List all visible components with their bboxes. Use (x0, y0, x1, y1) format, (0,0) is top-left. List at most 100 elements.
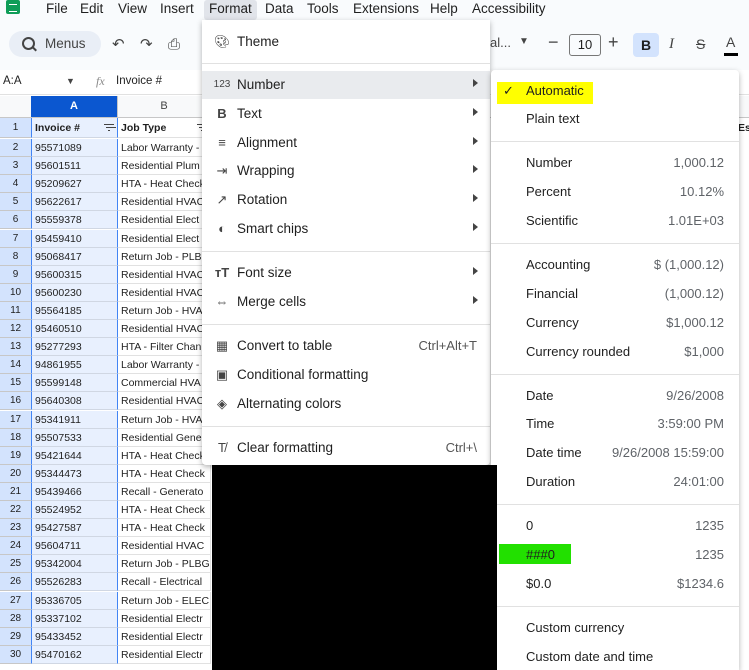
menu-file[interactable]: File (46, 0, 68, 20)
filter-icon[interactable] (104, 124, 114, 132)
decrease-font-size-button[interactable]: − (548, 32, 559, 53)
header-cell-job-type[interactable]: Job Type (118, 118, 211, 138)
font-size-input[interactable]: 10 (569, 34, 601, 56)
cell-job-type[interactable]: HTA - Heat Check (118, 519, 211, 538)
menu-item-convert-to-table[interactable]: ▦ Convert to table Ctrl+Alt+T (202, 332, 490, 360)
menu-help[interactable]: Help (430, 0, 458, 20)
menu-item-wrapping[interactable]: ⇥ Wrapping (202, 157, 490, 185)
menu-item-number[interactable]: Number 1,000.12 (491, 150, 739, 176)
strikethrough-button[interactable]: S (696, 36, 705, 52)
menu-item-format-0[interactable]: 0 1235 (491, 513, 739, 539)
menu-tools[interactable]: Tools (307, 0, 339, 20)
cell-invoice[interactable]: 94861955 (31, 356, 118, 375)
cell-invoice[interactable]: 95564185 (31, 301, 118, 320)
cell-job-type[interactable]: Residential HVAC (118, 537, 211, 556)
menu-item-automatic[interactable]: ✓ Automatic (491, 78, 739, 104)
cell-invoice[interactable]: 95336705 (31, 591, 118, 610)
text-color-button[interactable]: A (723, 34, 739, 56)
cell-invoice[interactable]: 95599148 (31, 374, 118, 393)
cell-invoice[interactable]: 95068417 (31, 247, 118, 266)
menu-item-accounting[interactable]: Accounting $ (1,000.12) (491, 252, 739, 278)
cell-job-type[interactable]: Residential HVAC (118, 283, 211, 302)
cell-job-type[interactable]: Labor Warranty - (118, 139, 211, 157)
row-header[interactable]: 16 (0, 392, 31, 411)
header-cell-invoice[interactable]: Invoice # (31, 118, 118, 138)
cell-invoice[interactable]: 95439466 (31, 482, 118, 501)
cell-job-type[interactable]: Return Job - PLBG (118, 555, 211, 574)
menu-item-merge-cells[interactable]: ⇔ Merge cells (202, 288, 490, 316)
cell-invoice[interactable]: 95459410 (31, 229, 118, 248)
menu-item-scientific[interactable]: Scientific 1.01E+03 (491, 208, 739, 234)
menu-view[interactable]: View (118, 0, 147, 20)
row-header[interactable]: 1 (0, 118, 31, 138)
row-header[interactable]: 29 (0, 627, 31, 646)
menu-item-number[interactable]: 123 Number (202, 71, 490, 99)
cell-job-type[interactable]: Return Job - ELEC (118, 591, 211, 610)
menu-item-smart-chips[interactable]: ◐ Smart chips (202, 215, 490, 243)
cell-invoice[interactable]: 95421644 (31, 446, 118, 465)
row-header[interactable]: 3 (0, 157, 31, 176)
menu-item-clear-formatting[interactable]: T̸ Clear formatting Ctrl+\ (202, 434, 490, 462)
row-header[interactable]: 14 (0, 356, 31, 375)
cell-job-type[interactable]: Residential HVAC (118, 193, 211, 212)
row-header[interactable]: 6 (0, 211, 31, 230)
row-header[interactable]: 23 (0, 519, 31, 538)
cell-invoice[interactable]: 95601511 (31, 157, 118, 176)
menu-item-alternating-colors[interactable]: ◈ Alternating colors (202, 390, 490, 418)
menu-item-alignment[interactable]: ≡ Alignment (202, 129, 490, 157)
cell-invoice[interactable]: 95427587 (31, 519, 118, 538)
cell-invoice[interactable]: 95640308 (31, 392, 118, 411)
row-header[interactable]: 2 (0, 139, 31, 157)
name-box[interactable]: A:A (3, 75, 22, 87)
cell-job-type[interactable]: Residential Elect (118, 211, 211, 230)
menu-edit[interactable]: Edit (80, 0, 103, 20)
row-header[interactable]: 30 (0, 645, 31, 664)
row-header[interactable]: 22 (0, 501, 31, 519)
menu-item-format-dollar[interactable]: $0.0 $1234.6 (491, 571, 739, 597)
cell-invoice[interactable]: 95622617 (31, 193, 118, 212)
cell-invoice[interactable]: 95526283 (31, 573, 118, 592)
cell-invoice[interactable]: 95559378 (31, 211, 118, 230)
cell-invoice[interactable]: 95470162 (31, 645, 118, 664)
menu-extensions[interactable]: Extensions (353, 0, 419, 20)
row-header[interactable]: 26 (0, 573, 31, 592)
sheets-logo-icon[interactable] (6, 0, 20, 14)
menu-item-percent[interactable]: Percent 10.12% (491, 179, 739, 205)
menu-insert[interactable]: Insert (160, 0, 194, 20)
chevron-down-icon[interactable]: ▼ (66, 76, 75, 86)
formula-input[interactable]: Invoice # (116, 75, 162, 87)
cell-invoice[interactable]: 95341911 (31, 410, 118, 429)
row-header[interactable]: 20 (0, 464, 31, 483)
row-header[interactable]: 7 (0, 229, 31, 248)
row-header[interactable]: 25 (0, 555, 31, 574)
bold-button[interactable]: B (633, 33, 659, 57)
row-header[interactable]: 28 (0, 609, 31, 628)
menu-item-currency-rounded[interactable]: Currency rounded $1,000 (491, 339, 739, 365)
column-header-b[interactable]: B (118, 96, 211, 118)
cell-job-type[interactable]: Residential Electr (118, 609, 211, 628)
cell-invoice[interactable]: 95604711 (31, 537, 118, 556)
cell-job-type[interactable]: Recall - Generato (118, 482, 211, 501)
cell-job-type[interactable]: Residential Electr (118, 645, 211, 664)
cell-job-type[interactable]: Residential Plum (118, 157, 211, 176)
menu-data[interactable]: Data (265, 0, 294, 20)
print-icon[interactable]: ⎙ (168, 37, 180, 53)
cell-job-type[interactable]: Commercial HVA (118, 374, 211, 393)
cell-invoice[interactable]: 95507533 (31, 428, 118, 447)
row-header[interactable]: 27 (0, 591, 31, 610)
cell-invoice[interactable]: 95433452 (31, 627, 118, 646)
cell-job-type[interactable]: Residential HVAC (118, 392, 211, 411)
row-header[interactable]: 17 (0, 410, 31, 429)
cell-job-type[interactable]: Residential Elect (118, 229, 211, 248)
cell-job-type[interactable]: Residential HVAC (118, 320, 211, 338)
menu-item-duration[interactable]: Duration 24:01:00 (491, 469, 739, 495)
cell-job-type[interactable]: HTA - Filter Chan (118, 338, 211, 357)
cell-job-type[interactable]: Recall - Electrical (118, 573, 211, 592)
row-header[interactable]: 4 (0, 175, 31, 194)
row-header[interactable]: 5 (0, 193, 31, 212)
menu-accessibility[interactable]: Accessibility (472, 0, 546, 20)
redo-icon[interactable]: ↷ (140, 37, 153, 53)
cell-job-type[interactable]: HTA - Heat Check (118, 175, 211, 194)
cell-invoice[interactable]: 95277293 (31, 338, 118, 357)
cell-invoice[interactable]: 95524952 (31, 501, 118, 519)
